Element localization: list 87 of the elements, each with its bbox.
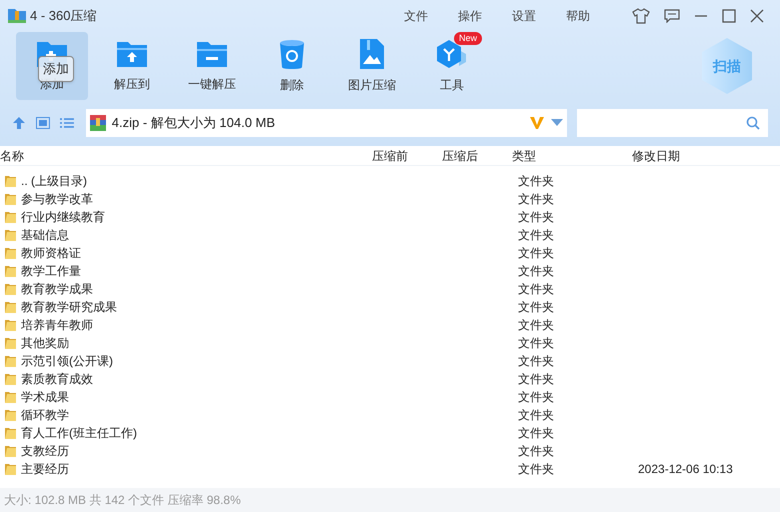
dropdown-caret-icon[interactable] xyxy=(551,119,564,127)
file-type: 文件夹 xyxy=(517,245,555,262)
folder-icon xyxy=(4,228,18,242)
folder-icon xyxy=(4,318,18,332)
archive-file-icon xyxy=(90,115,106,131)
menu-item[interactable]: 设置 xyxy=(512,7,536,25)
file-name[interactable]: 参与教学改革 xyxy=(21,190,93,208)
file-type: 文件夹 xyxy=(517,299,555,316)
file-type: 文件夹 xyxy=(517,281,555,298)
folder-icon xyxy=(4,192,18,206)
file-type: 文件夹 xyxy=(517,191,555,208)
close-icon[interactable] xyxy=(750,9,764,23)
file-type: 文件夹 xyxy=(517,263,555,280)
search-icon[interactable] xyxy=(746,116,760,130)
file-name[interactable]: 学术成果 xyxy=(21,388,69,406)
list-view-icon[interactable] xyxy=(60,117,74,129)
column-header[interactable]: 压缩前 xyxy=(372,146,442,164)
folder-icon xyxy=(4,174,18,188)
folder-icon xyxy=(4,444,18,458)
shirt-icon[interactable] xyxy=(632,8,650,24)
modified-date: 2023-12-06 10:13 xyxy=(637,461,733,478)
file-name[interactable]: 教育教学成果 xyxy=(21,280,93,298)
address-field[interactable]: 4.zip - 解包大小为 104.0 MB xyxy=(86,109,568,137)
archive-app-icon xyxy=(8,8,26,24)
toolbar-button[interactable]: 图片压缩 xyxy=(336,32,408,100)
details-view-icon[interactable] xyxy=(36,117,50,129)
folder-icon xyxy=(4,390,18,404)
file-type: 文件夹 xyxy=(517,443,555,460)
folder-icon xyxy=(4,462,18,476)
message-icon[interactable] xyxy=(664,9,680,23)
file-name[interactable]: 基础信息 xyxy=(21,226,69,244)
file-name[interactable]: 其他奖励 xyxy=(21,334,69,352)
folder-icon xyxy=(4,408,18,422)
file-type: 文件夹 xyxy=(517,461,555,478)
file-type: 文件夹 xyxy=(517,227,555,244)
column-header[interactable]: 压缩后 xyxy=(442,146,512,164)
window-title: 4 - 360压缩 xyxy=(30,7,96,26)
file-type: 文件夹 xyxy=(517,173,555,190)
file-name[interactable]: 教学工作量 xyxy=(21,262,81,280)
folder-icon xyxy=(4,372,18,386)
folder-minus-icon xyxy=(195,39,229,69)
file-name[interactable]: 行业内继续教育 xyxy=(21,208,105,226)
folder-icon xyxy=(4,300,18,314)
folder-icon xyxy=(4,246,18,260)
image-file-icon xyxy=(359,38,385,70)
file-type: 文件夹 xyxy=(517,371,555,388)
file-type: 文件夹 xyxy=(517,317,555,334)
status-text: 大小: 102.8 MB 共 142 个文件 压缩率 98.8% xyxy=(4,492,241,509)
v-logo-icon xyxy=(529,116,546,130)
file-name[interactable]: 教师资格证 xyxy=(21,244,81,262)
file-name[interactable]: .. (上级目录) xyxy=(21,172,87,190)
file-type: 文件夹 xyxy=(517,407,555,424)
toolbar-button[interactable]: 删除 xyxy=(256,32,328,100)
file-type: 文件夹 xyxy=(517,425,555,442)
search-field[interactable] xyxy=(577,109,768,137)
column-header[interactable]: 名称 xyxy=(0,146,372,164)
toolbar-button[interactable]: 一键解压 xyxy=(176,32,248,100)
file-type: 文件夹 xyxy=(517,353,555,370)
folder-icon xyxy=(4,282,18,296)
column-header[interactable]: 修改日期 xyxy=(632,146,752,164)
file-name[interactable]: 教育教学研究成果 xyxy=(21,298,117,316)
toolbar-button[interactable]: 解压到 xyxy=(96,32,168,100)
file-name[interactable]: 育人工作(班主任工作) xyxy=(21,424,137,442)
folder-icon xyxy=(4,264,18,278)
folder-icon xyxy=(4,354,18,368)
column-header[interactable]: 类型 xyxy=(512,146,632,164)
menu-item[interactable]: 帮助 xyxy=(566,7,590,25)
tooltip: 添加 xyxy=(38,56,74,82)
file-name[interactable]: 素质教育成效 xyxy=(21,370,93,388)
file-name[interactable]: 支教经历 xyxy=(21,442,69,460)
folder-icon xyxy=(4,336,18,350)
maximize-icon[interactable] xyxy=(722,9,736,23)
recycle-bin-icon xyxy=(277,38,307,70)
menu-item[interactable]: 文件 xyxy=(404,7,428,25)
menu-item[interactable]: 操作 xyxy=(458,7,482,25)
file-name[interactable]: 示范引领(公开课) xyxy=(21,352,113,370)
file-name[interactable]: 培养青年教师 xyxy=(21,316,93,334)
file-name[interactable]: 循环教学 xyxy=(21,406,69,424)
folder-icon xyxy=(4,210,18,224)
file-type: 文件夹 xyxy=(517,209,555,226)
folder-upload-icon xyxy=(115,39,149,69)
folder-icon xyxy=(4,426,18,440)
new-badge: New xyxy=(454,32,482,45)
file-type: 文件夹 xyxy=(517,335,555,352)
file-type: 文件夹 xyxy=(517,389,555,406)
up-arrow-icon[interactable] xyxy=(12,116,26,130)
file-name[interactable]: 主要经历 xyxy=(21,460,69,478)
